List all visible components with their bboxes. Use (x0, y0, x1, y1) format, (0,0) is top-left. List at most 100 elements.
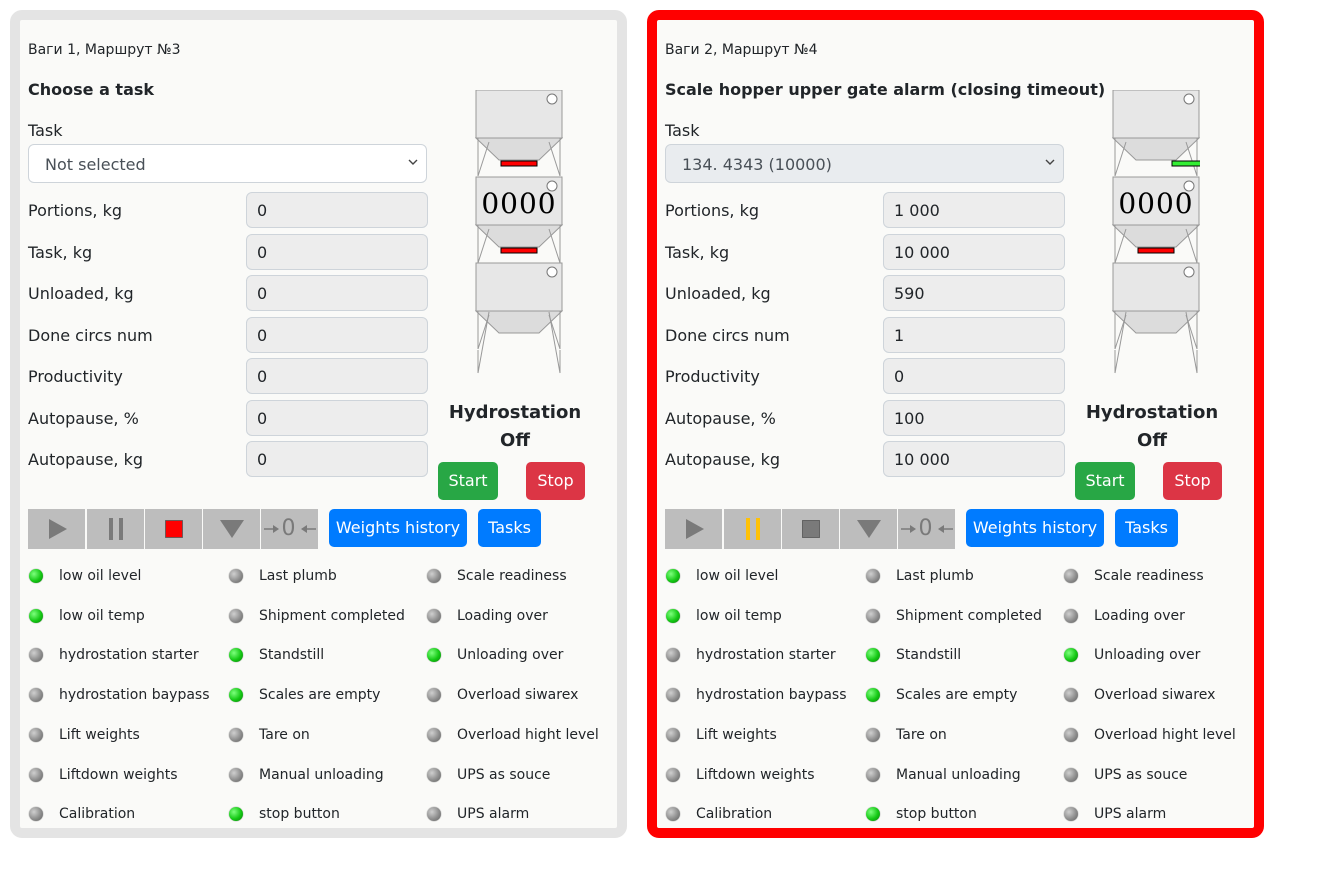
zero-button[interactable]: 0 (898, 509, 955, 549)
weights-history-button[interactable]: Weights history (329, 509, 467, 547)
hydrostation-start-button[interactable]: Start (438, 462, 498, 500)
indicator-label: Manual unloading (896, 766, 1021, 783)
status-led-icon (866, 608, 880, 623)
indicator-label: Standstill (259, 647, 325, 664)
task-label: Task (665, 121, 700, 140)
pause-button[interactable] (87, 509, 144, 549)
panel-title: Ваги 1, Маршрут №3 (28, 42, 181, 58)
hydrostation-state: Off (1137, 430, 1167, 451)
stop-button[interactable] (145, 509, 202, 549)
status-indicator: Standstill (229, 647, 324, 663)
status-indicator: Scale readiness (1064, 568, 1204, 584)
indicator-label: Overload hight level (457, 726, 599, 743)
zero-icon: 0 (899, 516, 955, 542)
indicator-label: low oil temp (696, 607, 782, 624)
status-indicator: Scale readiness (427, 568, 567, 584)
play-button[interactable] (28, 509, 85, 549)
status-indicator: low oil temp (666, 608, 782, 624)
field-label: Task, kg (28, 242, 93, 262)
indicator-label: Unloading over (1094, 647, 1201, 664)
field-input[interactable]: 0 (883, 358, 1065, 394)
play-button[interactable] (665, 509, 722, 549)
status-led-icon (1064, 727, 1078, 742)
pause-icon (106, 517, 126, 541)
unload-button[interactable] (840, 509, 897, 549)
panel-title: Ваги 2, Маршрут №4 (665, 42, 818, 58)
hydrostation-title: Hydrostation (448, 402, 582, 423)
field-input[interactable]: 0 (246, 358, 428, 394)
tasks-button[interactable]: Tasks (478, 509, 541, 547)
status-indicator: Manual unloading (866, 767, 1021, 783)
status-led-icon (229, 608, 243, 623)
status-led-icon (29, 767, 43, 782)
status-indicator: stop button (866, 806, 977, 822)
status-led-icon (866, 807, 880, 822)
indicator-label: Loading over (1094, 607, 1185, 624)
field-input[interactable]: 100 (883, 399, 1065, 436)
status-led-icon (1064, 608, 1078, 623)
hydrostation-start-button[interactable]: Start (1075, 462, 1135, 500)
status-led-icon (29, 727, 43, 742)
field-label: Done circs num (28, 325, 153, 345)
status-led-icon (29, 807, 43, 822)
task-label: Task (28, 121, 63, 140)
status-led-icon (866, 767, 880, 782)
field-input[interactable]: 1 (883, 316, 1065, 353)
status-heading: Scale hopper upper gate alarm (closing t… (665, 80, 1106, 99)
weight-display: 0000 (1118, 187, 1194, 220)
status-indicator: hydrostation baypass (666, 687, 847, 703)
field-input[interactable]: 0 (246, 316, 428, 353)
status-led-icon (229, 688, 243, 703)
status-indicator: low oil level (666, 568, 778, 584)
field-input[interactable]: 0 (246, 275, 428, 311)
status-led-icon (866, 648, 880, 663)
status-indicator: UPS alarm (427, 806, 529, 822)
hydrostation-stop-button[interactable]: Stop (1163, 462, 1222, 500)
indicator-label: Standstill (896, 647, 962, 664)
status-indicator: hydrostation starter (29, 647, 199, 663)
stop-button[interactable] (782, 509, 839, 549)
status-led-icon (666, 767, 680, 782)
task-select[interactable]: 134. 4343 (10000) (665, 144, 1064, 183)
indicator-label: UPS as souce (1094, 766, 1188, 783)
chevron-down-icon (408, 156, 418, 169)
tasks-button[interactable]: Tasks (1115, 509, 1178, 547)
field-input[interactable]: 0 (246, 192, 428, 228)
field-input[interactable]: 0 (246, 399, 428, 436)
status-led-icon (1064, 767, 1078, 782)
weights-history-button[interactable]: Weights history (966, 509, 1104, 547)
unload-button[interactable] (203, 509, 260, 549)
field-input[interactable]: 10 000 (883, 233, 1065, 270)
status-indicator: Calibration (666, 806, 772, 822)
status-indicator: hydrostation starter (666, 647, 836, 663)
field-input[interactable]: 590 (883, 275, 1065, 311)
indicator-label: Loading over (457, 607, 548, 624)
field-input[interactable]: 0 (246, 233, 428, 270)
status-heading: Choose a task (28, 80, 155, 99)
stop-icon (801, 520, 820, 538)
indicator-label: Liftdown weights (59, 766, 178, 783)
status-led-icon (229, 807, 243, 822)
indicator-label: UPS alarm (1094, 806, 1167, 823)
status-indicator: Overload siwarex (1064, 687, 1215, 703)
pause-button[interactable] (724, 509, 781, 549)
hydrostation-stop-button[interactable]: Stop (526, 462, 585, 500)
status-led-icon (1064, 569, 1078, 583)
indicator-label: hydrostation starter (59, 647, 199, 664)
status-led-icon (866, 569, 880, 583)
stop-icon (164, 520, 183, 538)
status-led-icon (666, 569, 680, 583)
indicator-label: Scales are empty (896, 687, 1018, 704)
status-indicator: Overload hight level (427, 727, 599, 743)
status-indicator: Overload siwarex (427, 687, 578, 703)
indicator-label: hydrostation baypass (696, 687, 847, 704)
field-input[interactable]: 1 000 (883, 192, 1065, 228)
field-input[interactable]: 10 000 (883, 441, 1065, 477)
zero-button[interactable]: 0 (261, 509, 318, 549)
status-led-icon (427, 648, 441, 663)
indicator-label: Calibration (696, 806, 773, 823)
task-select[interactable]: Not selected (28, 144, 427, 183)
indicator-label: Unloading over (457, 647, 564, 664)
indicator-label: Scale readiness (1094, 568, 1204, 584)
field-input[interactable]: 0 (246, 441, 428, 477)
